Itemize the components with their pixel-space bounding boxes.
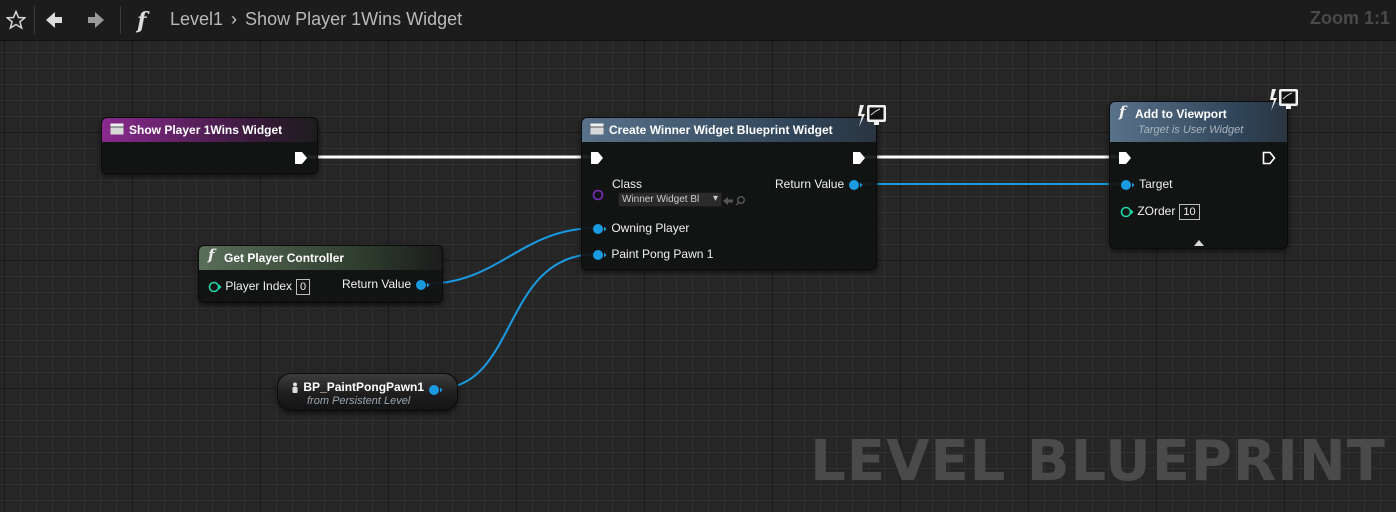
class-label: Class	[612, 177, 643, 191]
object-pin-icon[interactable]	[592, 249, 608, 261]
target-pin-row: Target	[1120, 177, 1172, 191]
int-pin-icon[interactable]	[208, 281, 222, 293]
target-label: Target	[1139, 177, 1173, 191]
svg-text:f: f	[207, 247, 217, 263]
class-dropdown[interactable]: Winner Widget Bl ▾	[618, 192, 722, 207]
add-to-viewport-subtitle: Target is User Widget	[1138, 124, 1244, 136]
player-index-pin-row: Player Index 0	[208, 279, 311, 295]
pawn-reference-subtitle: from Persistent Level	[307, 395, 411, 407]
get-pc-return-pin-row: Return Value	[342, 277, 431, 291]
add-to-viewport-header[interactable]: f Add to Viewport Target is User Widget	[1110, 102, 1287, 142]
class-dropdown-value: Winner Widget Bl	[622, 194, 700, 205]
function-icon: f	[207, 246, 219, 271]
create-return-pin-row: Return Value	[775, 177, 864, 191]
event-icon	[590, 119, 604, 143]
expand-arrow-icon[interactable]	[1193, 234, 1205, 252]
get-player-controller-node[interactable]: f Get Player Controller Player Index 0 Re…	[198, 245, 443, 303]
create-widget-title: Create Winner Widget Blueprint Widget	[609, 123, 833, 137]
add-exec-in-pin[interactable]	[1118, 151, 1132, 170]
object-wire-pc-to-owning	[423, 227, 598, 285]
object-pin-icon[interactable]	[592, 223, 608, 235]
get-player-controller-header[interactable]: f Get Player Controller	[199, 246, 442, 270]
actor-icon	[290, 380, 303, 394]
class-pin-icon[interactable]	[592, 188, 606, 206]
object-wire-pawn-to-paintpong	[435, 253, 598, 390]
use-selected-arrow-icon[interactable]	[722, 194, 748, 212]
svg-text:f: f	[1118, 104, 1128, 120]
paint-pong-label: Paint Pong Pawn 1	[611, 247, 714, 261]
player-index-label: Player Index	[225, 279, 293, 293]
function-icon: f	[1118, 103, 1130, 126]
paint-pong-pin-row: Paint Pong Pawn 1	[592, 247, 713, 261]
monitor-icon	[858, 103, 888, 134]
pawn-reference-title: BP_PaintPongPawn1	[303, 380, 425, 394]
create-return-label: Return Value	[775, 177, 845, 191]
create-widget-node[interactable]: Create Winner Widget Blueprint Widget Cl…	[581, 117, 877, 270]
get-player-controller-title: Get Player Controller	[224, 251, 345, 265]
pawn-reference-node[interactable]: BP_PaintPongPawn1 from Persistent Level	[277, 373, 458, 411]
get-pc-return-label: Return Value	[342, 277, 412, 291]
event-node-header[interactable]: Show Player 1Wins Widget	[102, 118, 317, 142]
chevron-down-icon: ▾	[712, 193, 718, 204]
create-exec-in-pin[interactable]	[590, 151, 604, 170]
player-index-input[interactable]: 0	[296, 279, 311, 295]
monitor-icon	[1270, 87, 1300, 118]
object-pin-icon[interactable]	[415, 279, 431, 291]
create-exec-out-pin[interactable]	[852, 151, 866, 170]
event-node[interactable]: Show Player 1Wins Widget	[101, 117, 318, 174]
event-node-title: Show Player 1Wins Widget	[129, 123, 283, 137]
zorder-pin-row: ZOrder 10	[1120, 204, 1200, 220]
level-blueprint-watermark: LEVEL BLUEPRINT	[810, 429, 1386, 494]
object-pin-icon[interactable]	[1120, 179, 1136, 191]
event-icon	[110, 119, 124, 143]
owning-player-pin-row: Owning Player	[592, 221, 689, 235]
add-to-viewport-node[interactable]: f Add to Viewport Target is User Widget …	[1109, 101, 1288, 249]
zorder-label: ZOrder	[1137, 204, 1176, 218]
exec-out-pin[interactable]	[294, 151, 308, 170]
int-pin-icon[interactable]	[1120, 206, 1134, 218]
add-to-viewport-title: Add to Viewport	[1135, 107, 1227, 122]
add-exec-out-pin[interactable]	[1262, 151, 1276, 170]
owning-player-label: Owning Player	[611, 221, 690, 235]
object-pin-icon[interactable]	[848, 179, 864, 191]
pawn-reference-out-pin[interactable]	[428, 383, 444, 401]
zorder-input[interactable]: 10	[1179, 204, 1200, 220]
create-widget-header[interactable]: Create Winner Widget Blueprint Widget	[582, 118, 876, 142]
